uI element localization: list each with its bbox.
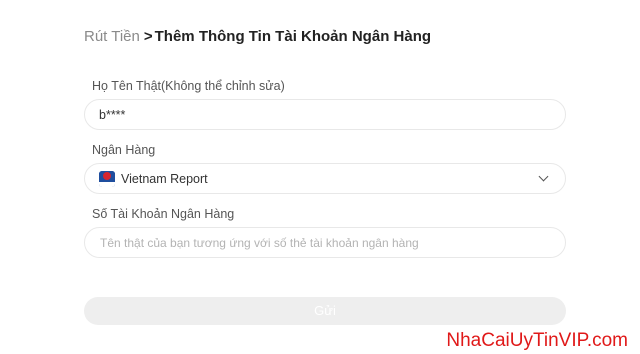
withdraw-add-bank-page: Rút Tiền > Thêm Thông Tin Tài Khoản Ngân H… — [0, 0, 640, 354]
watermark: NhaCaiUyTinVIP.com — [446, 330, 628, 351]
breadcrumb: Rút Tiền > Thêm Thông Tin Tài Khoản Ngân H… — [84, 27, 431, 47]
real-name-value: b**** — [99, 107, 126, 122]
real-name-label: Họ Tên Thật(Không thể chỉnh sửa) — [92, 79, 285, 93]
chevron-down-icon — [538, 171, 549, 182]
bank-select[interactable]: Vietnam Report — [84, 163, 566, 194]
submit-button[interactable]: Gửi — [84, 297, 566, 325]
real-name-field: b**** — [84, 99, 566, 130]
breadcrumb-separator: > — [143, 28, 153, 45]
bank-selected-value: Vietnam Report — [121, 171, 208, 186]
breadcrumb-withdraw-link[interactable]: Rút Tiền — [84, 28, 140, 45]
bank-logo-icon — [99, 170, 115, 187]
page-title: Thêm Thông Tin Tài Khoản Ngân Hàng — [154, 28, 432, 45]
bank-label: Ngân Hàng — [92, 143, 156, 157]
account-number-label: Số Tài Khoản Ngân Hàng — [92, 207, 235, 221]
account-number-input[interactable] — [84, 227, 566, 258]
